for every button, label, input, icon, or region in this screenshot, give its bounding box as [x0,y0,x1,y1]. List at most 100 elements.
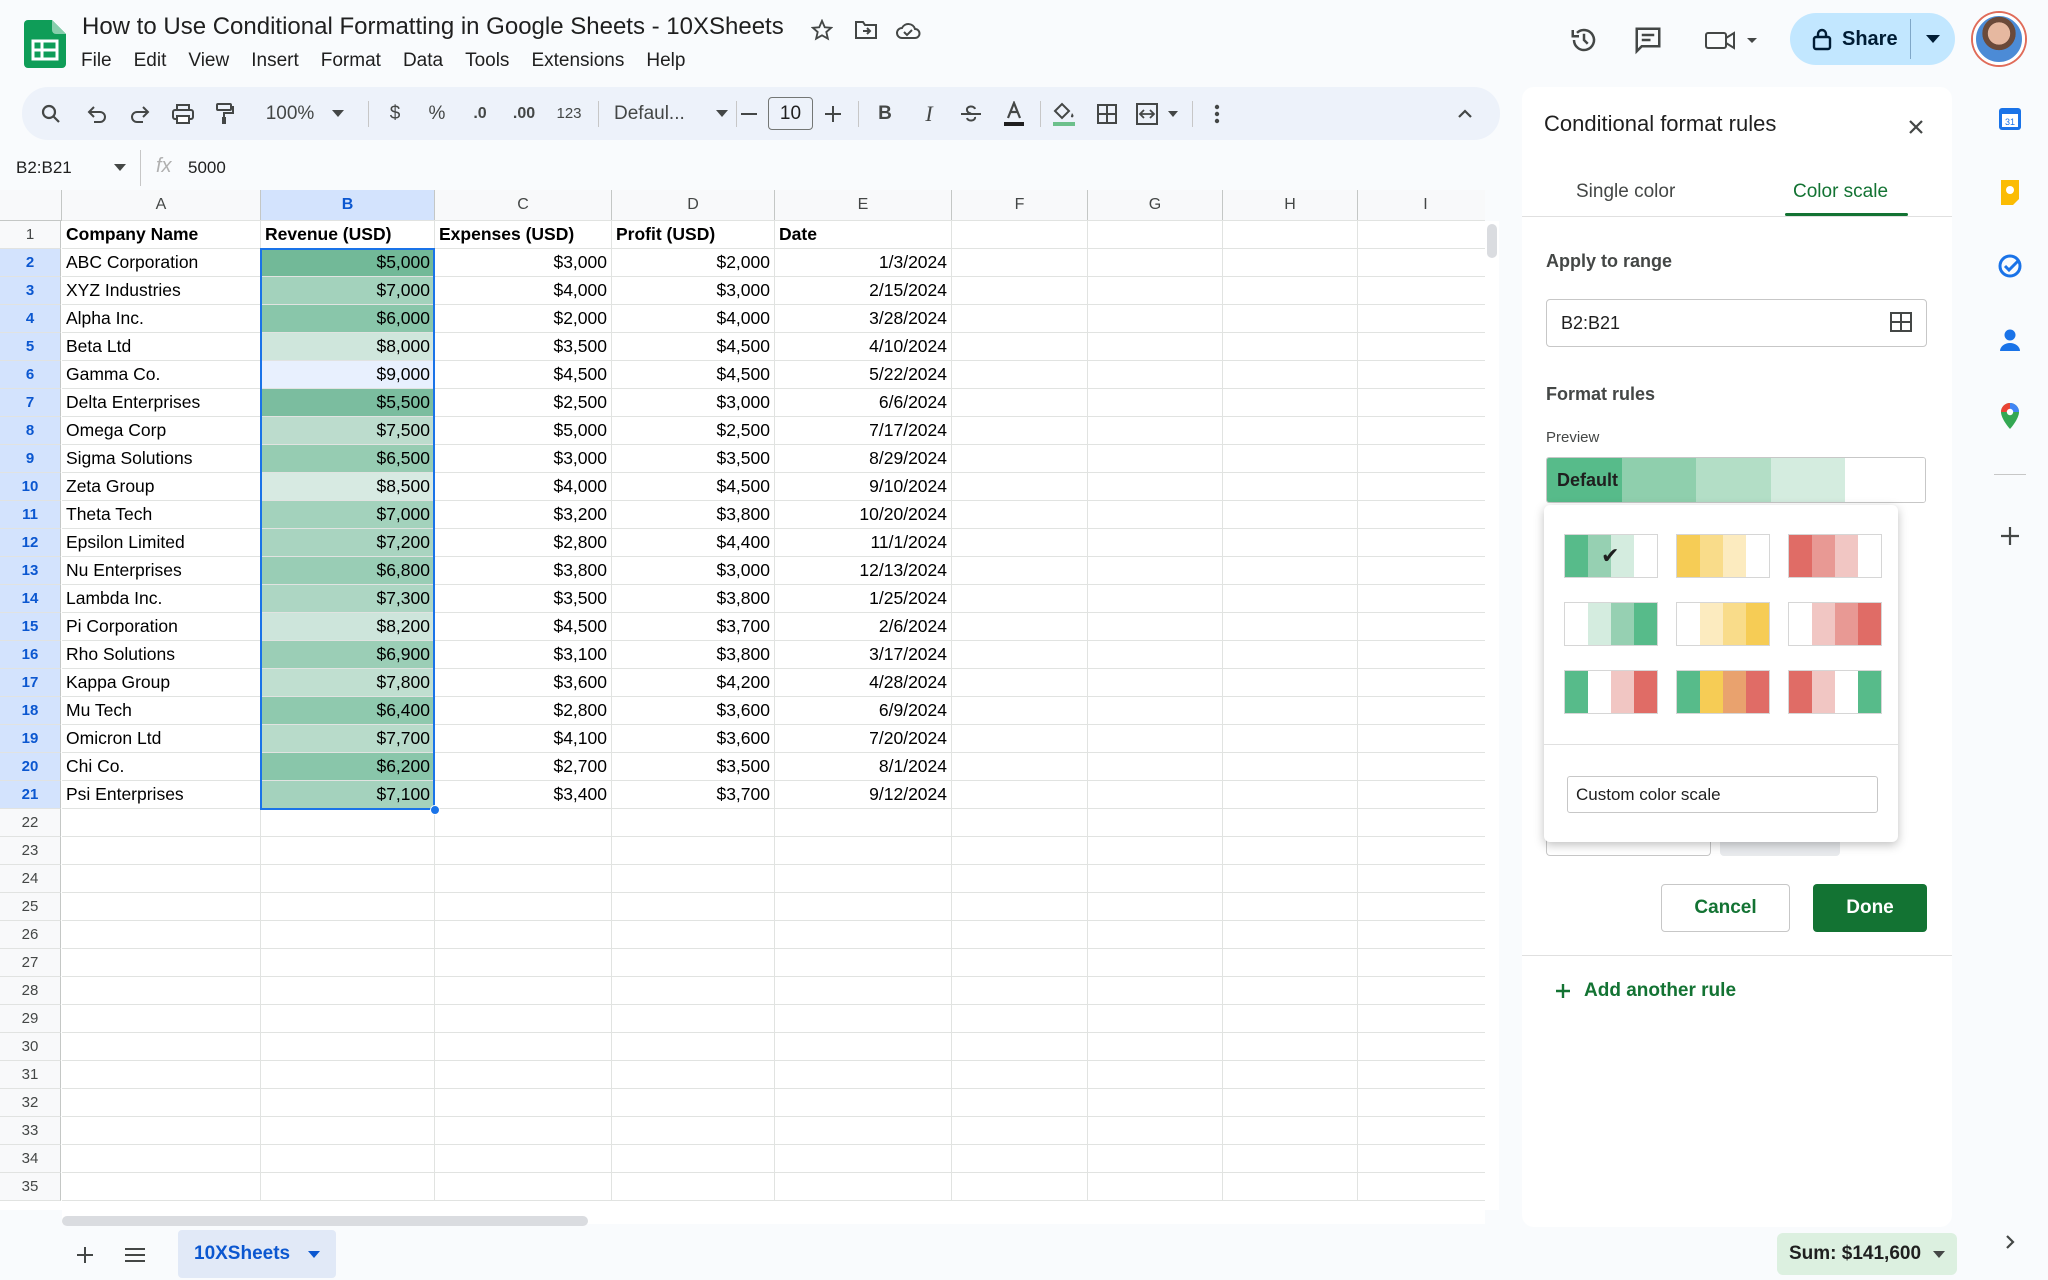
header-cell[interactable]: Company Name [62,221,261,249]
table-cell[interactable]: 3/17/2024 [775,641,952,669]
table-cell[interactable]: $5,000 [435,417,612,445]
table-cell[interactable]: $3,500 [435,333,612,361]
decrease-decimal-button[interactable]: .0 [462,87,498,140]
table-cell[interactable]: $4,000 [435,277,612,305]
increase-font-size-icon[interactable] [818,87,848,140]
table-cell[interactable]: Theta Tech [62,501,261,529]
row-header[interactable]: 12 [0,529,61,557]
row-header[interactable]: 33 [0,1117,61,1145]
table-cell[interactable]: 6/6/2024 [775,389,952,417]
formula-input[interactable]: 5000 [188,158,226,178]
row-header[interactable]: 16 [0,641,61,669]
keep-icon[interactable] [1988,170,2032,214]
table-cell[interactable]: $3,800 [612,585,775,613]
menu-file[interactable]: File [70,48,123,74]
table-cell[interactable]: 11/1/2024 [775,529,952,557]
borders-icon[interactable] [1092,87,1122,140]
table-cell[interactable]: $3,000 [612,389,775,417]
more-options-icon[interactable] [1202,87,1232,140]
table-cell[interactable]: 9/10/2024 [775,473,952,501]
table-cell[interactable]: 8/1/2024 [775,753,952,781]
table-cell[interactable]: $3,600 [612,725,775,753]
table-cell[interactable]: $3,500 [612,753,775,781]
share-dropdown-icon[interactable] [1926,35,1940,43]
row-header[interactable]: 21 [0,781,61,809]
table-cell[interactable]: $4,500 [435,361,612,389]
row-header[interactable]: 18 [0,697,61,725]
table-cell[interactable]: $4,500 [612,361,775,389]
show-side-panel-icon[interactable] [1988,1220,2032,1264]
row-header[interactable]: 3 [0,277,61,305]
redo-icon[interactable] [125,87,155,140]
table-cell[interactable]: $2,000 [435,305,612,333]
column-header-a[interactable]: A [62,190,261,221]
column-header-e[interactable]: E [775,190,952,221]
menu-edit[interactable]: Edit [123,48,178,74]
row-header[interactable]: 31 [0,1061,61,1089]
done-button[interactable]: Done [1813,884,1927,932]
row-header[interactable]: 8 [0,417,61,445]
print-icon[interactable] [168,87,198,140]
table-cell[interactable]: 8/29/2024 [775,445,952,473]
table-cell[interactable]: $3,000 [612,557,775,585]
tasks-icon[interactable] [1988,244,2032,288]
row-header[interactable]: 17 [0,669,61,697]
table-cell[interactable]: Epsilon Limited [62,529,261,557]
table-cell[interactable]: $3,000 [612,277,775,305]
select-range-icon[interactable] [1890,312,1912,332]
strikethrough-icon[interactable] [956,87,986,140]
row-header[interactable]: 34 [0,1145,61,1173]
italic-button[interactable]: I [914,87,944,140]
sheet-tab-10xsheets[interactable]: 10XSheets [178,1230,336,1278]
table-cell[interactable]: $4,000 [435,473,612,501]
more-formats-button[interactable]: 123 [550,87,588,140]
table-cell[interactable]: Kappa Group [62,669,261,697]
header-cell[interactable]: Date [775,221,952,249]
table-cell[interactable]: 5/22/2024 [775,361,952,389]
table-cell[interactable]: $3,500 [435,585,612,613]
add-sheet-icon[interactable] [70,1240,100,1270]
table-cell[interactable]: $3,100 [435,641,612,669]
table-cell[interactable]: 10/20/2024 [775,501,952,529]
vertical-scrollbar-thumb[interactable] [1487,224,1497,258]
bold-button[interactable]: B [870,87,900,140]
table-cell[interactable]: 6/9/2024 [775,697,952,725]
table-cell[interactable]: $2,000 [612,249,775,277]
table-cell[interactable]: 4/28/2024 [775,669,952,697]
vertical-scrollbar[interactable] [1485,221,1499,1210]
table-cell[interactable]: $4,500 [435,613,612,641]
table-cell[interactable]: Omicron Ltd [62,725,261,753]
table-cell[interactable]: $4,000 [612,305,775,333]
name-box[interactable]: B2:B21 [16,158,72,178]
table-cell[interactable]: ABC Corporation [62,249,261,277]
table-cell[interactable]: Gamma Co. [62,361,261,389]
fill-color-icon[interactable] [1048,87,1080,140]
document-title[interactable]: How to Use Conditional Formatting in Goo… [82,13,784,41]
row-header[interactable]: 32 [0,1089,61,1117]
table-cell[interactable]: $4,400 [612,529,775,557]
table-cell[interactable]: $2,800 [435,529,612,557]
menu-format[interactable]: Format [310,48,392,74]
table-cell[interactable]: $4,200 [612,669,775,697]
row-header[interactable]: 30 [0,1033,61,1061]
star-icon[interactable] [808,16,836,44]
row-header[interactable]: 10 [0,473,61,501]
version-history-icon[interactable] [1562,18,1606,62]
row-header[interactable]: 4 [0,305,61,333]
row-header[interactable]: 5 [0,333,61,361]
menu-data[interactable]: Data [392,48,454,74]
table-cell[interactable]: $2,500 [612,417,775,445]
table-cell[interactable]: $3,600 [435,669,612,697]
table-cell[interactable]: Omega Corp [62,417,261,445]
currency-format-button[interactable]: $ [380,87,410,140]
table-cell[interactable]: Sigma Solutions [62,445,261,473]
row-header[interactable]: 15 [0,613,61,641]
row-header[interactable]: 20 [0,753,61,781]
table-cell[interactable]: $3,800 [435,557,612,585]
table-cell[interactable]: 7/20/2024 [775,725,952,753]
color-scale-option[interactable] [1676,602,1770,646]
row-header[interactable]: 22 [0,809,61,837]
table-cell[interactable]: $3,700 [612,781,775,809]
spreadsheet-grid[interactable]: A B C D E F G H I 1 2 3 4 5 6 7 8 9 10 11 12 13 14 15 16 17 18 19 20… [0,190,1485,1210]
row-header[interactable]: 29 [0,1005,61,1033]
